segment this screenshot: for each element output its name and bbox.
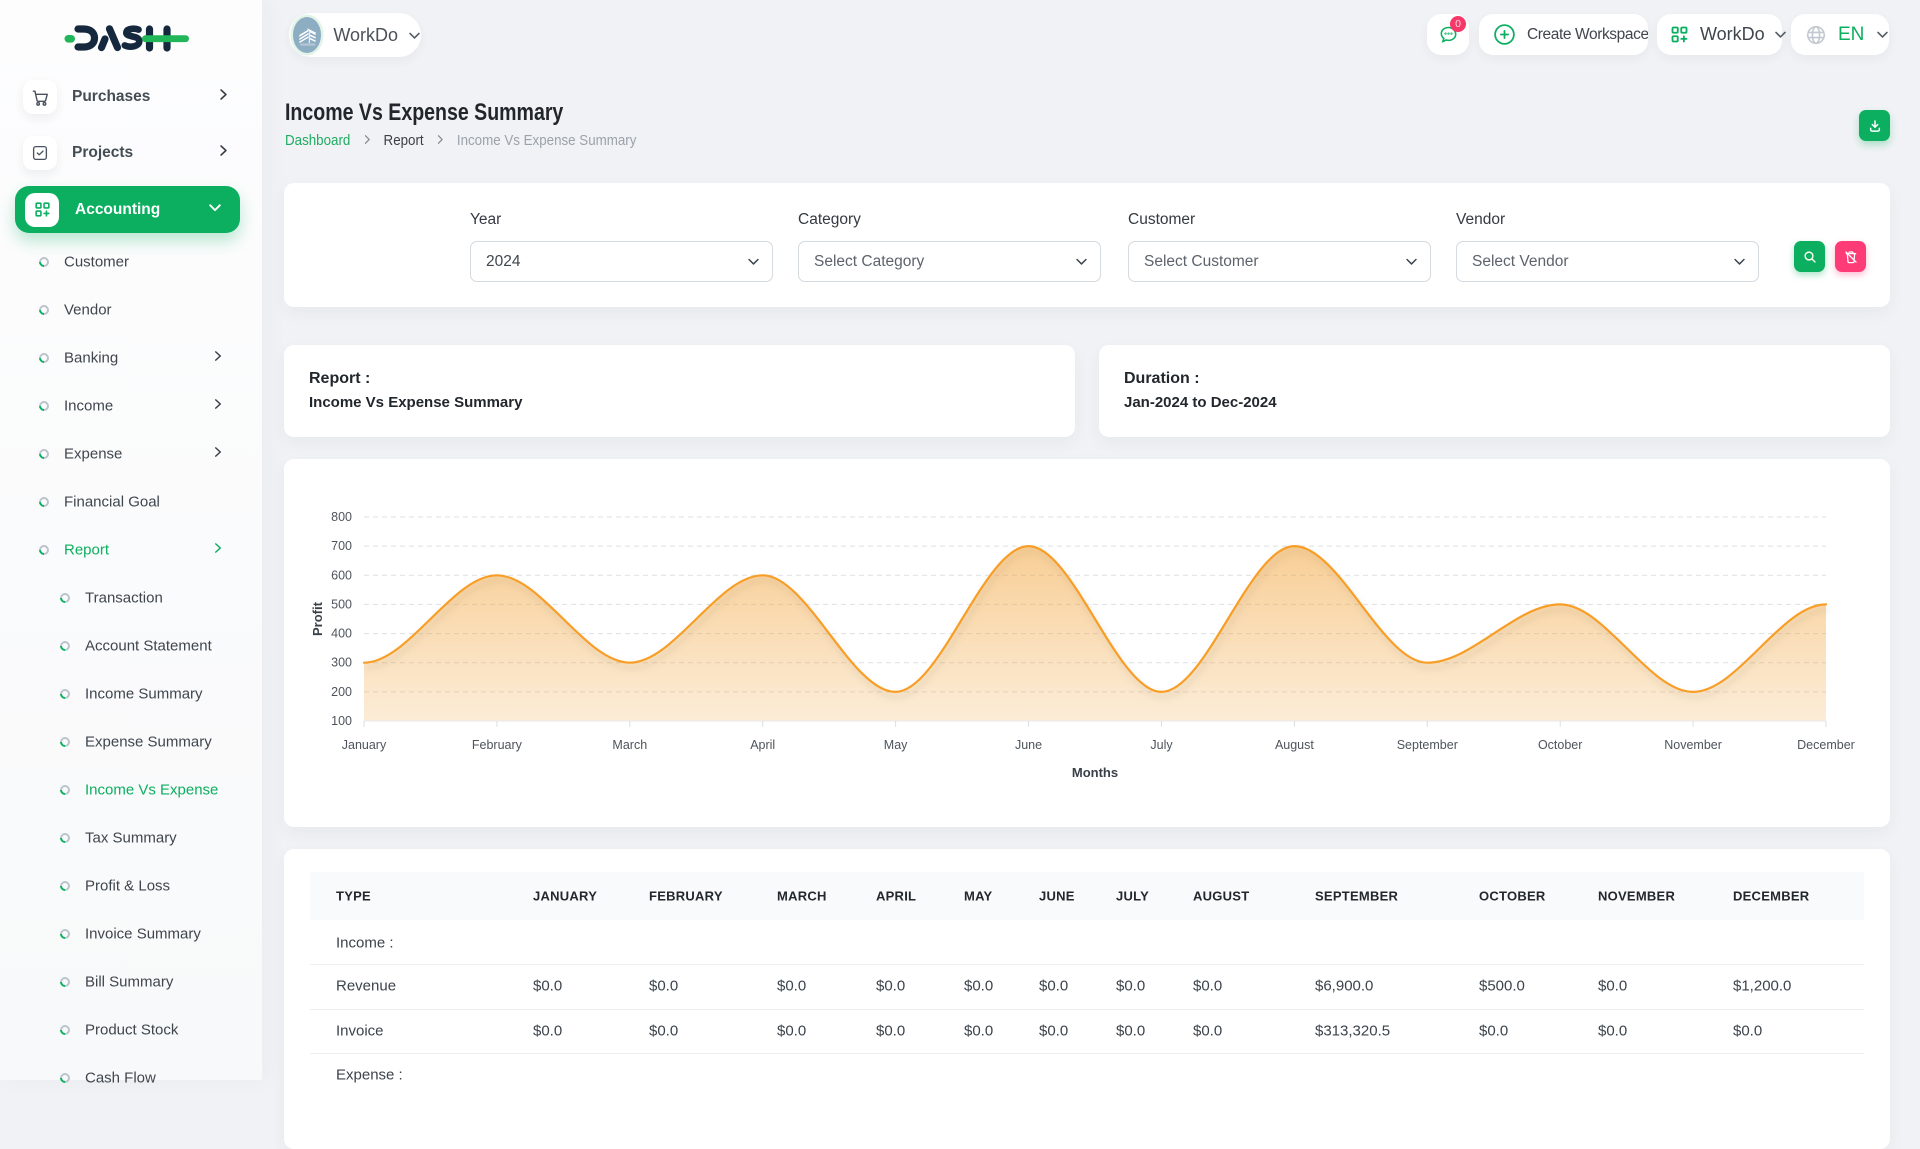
svg-text:300: 300 bbox=[331, 656, 352, 670]
svg-text:800: 800 bbox=[331, 510, 352, 524]
svg-text:November: November bbox=[1664, 738, 1722, 752]
svg-text:Months: Months bbox=[1072, 765, 1118, 780]
svg-text:400: 400 bbox=[331, 627, 352, 641]
svg-text:100: 100 bbox=[331, 714, 352, 728]
svg-text:600: 600 bbox=[331, 568, 352, 582]
svg-text:September: September bbox=[1397, 738, 1458, 752]
svg-text:June: June bbox=[1015, 738, 1042, 752]
svg-text:October: October bbox=[1538, 738, 1582, 752]
svg-text:200: 200 bbox=[331, 685, 352, 699]
svg-text:April: April bbox=[750, 738, 775, 752]
svg-text:August: August bbox=[1275, 738, 1314, 752]
svg-text:700: 700 bbox=[331, 539, 352, 553]
svg-text:500: 500 bbox=[331, 597, 352, 611]
svg-text:December: December bbox=[1797, 738, 1855, 752]
svg-text:July: July bbox=[1150, 738, 1173, 752]
svg-text:May: May bbox=[884, 738, 908, 752]
svg-text:March: March bbox=[612, 738, 647, 752]
svg-text:February: February bbox=[472, 738, 523, 752]
svg-text:Profit: Profit bbox=[310, 601, 325, 636]
svg-text:January: January bbox=[342, 738, 387, 752]
